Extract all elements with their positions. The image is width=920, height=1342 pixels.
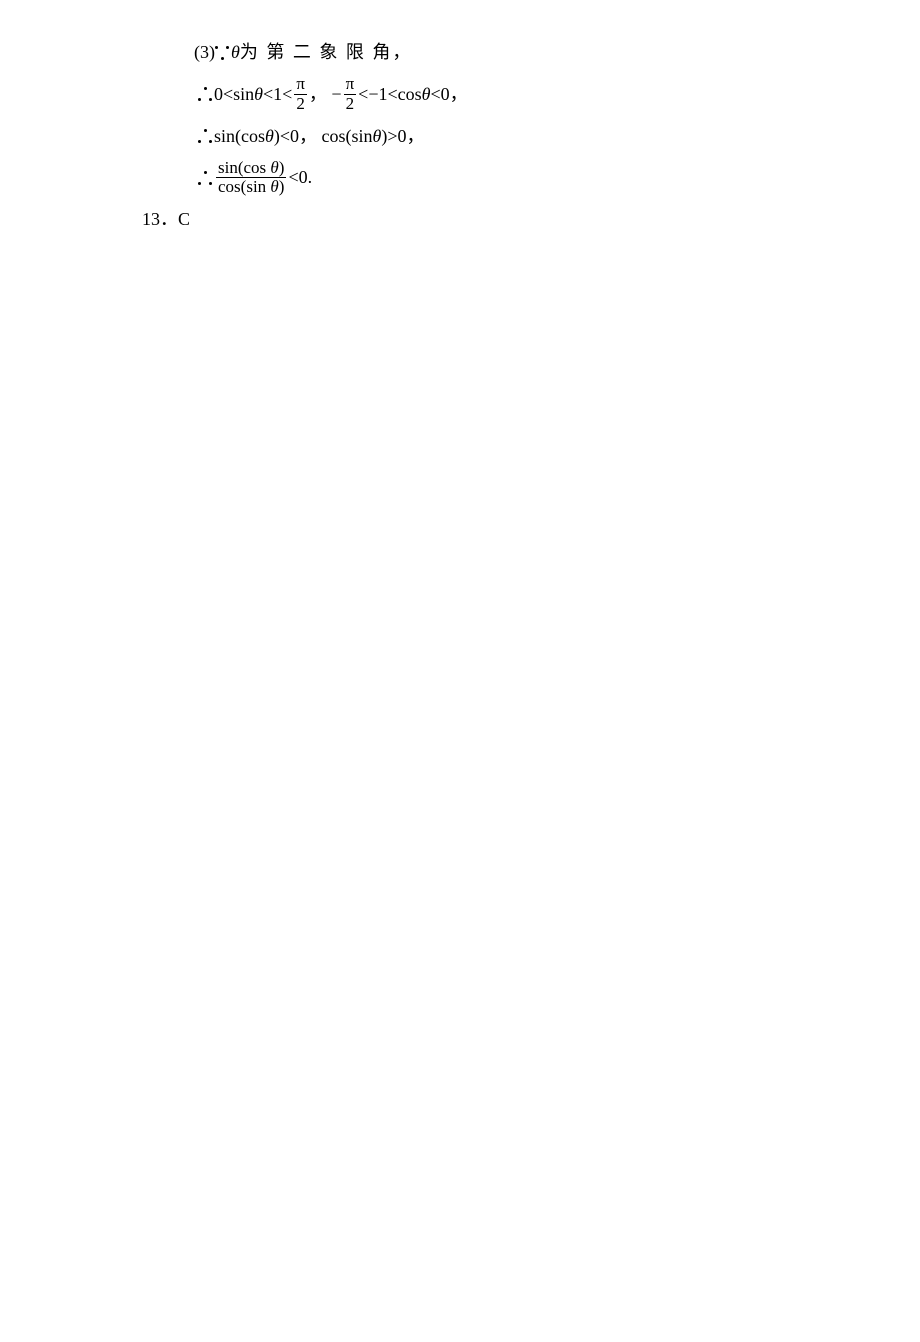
line3-p3: )>0，	[381, 124, 424, 149]
because-icon	[215, 46, 229, 60]
line2-p3: ， −	[309, 82, 342, 107]
frac-den: cos(sin θ)	[216, 177, 286, 197]
math-solution-content: (3) θ 为 第 二 象 限 角， 0<sin θ <1< π 2 ， − π…	[0, 40, 920, 232]
answer-line: 13． C	[142, 207, 920, 232]
answer-number: 13．	[142, 207, 178, 232]
frac-den: 2	[294, 94, 307, 114]
therefore-icon	[198, 87, 212, 101]
line2-p4: <−1<cos	[358, 82, 421, 107]
line4-frac: sin(cos θ) cos(sin θ)	[216, 159, 286, 197]
line2-theta1: θ	[254, 82, 263, 107]
therefore-icon	[198, 129, 212, 143]
line-3: sin(cos θ )<0， cos(sin θ )>0，	[142, 124, 920, 149]
line1-text: 为 第 二 象 限 角，	[240, 40, 413, 65]
line1-theta: θ	[231, 40, 240, 65]
line2-theta2: θ	[422, 82, 431, 107]
line-4: sin(cos θ) cos(sin θ) <0.	[142, 159, 920, 197]
line2-frac2: π 2	[344, 75, 357, 113]
line2-p2: <1<	[263, 82, 292, 107]
line3-theta1: θ	[265, 124, 274, 149]
line2-frac1: π 2	[294, 75, 307, 113]
line3-p1: sin(cos	[214, 124, 265, 149]
line-1: (3) θ 为 第 二 象 限 角，	[142, 40, 920, 65]
line2-p1: 0<sin	[214, 82, 254, 107]
therefore-icon	[198, 171, 212, 185]
frac-num: π	[294, 75, 307, 94]
line2-p5: <0，	[430, 82, 467, 107]
line-2: 0<sin θ <1< π 2 ， − π 2 <−1<cos θ <0，	[142, 75, 920, 113]
line3-theta2: θ	[372, 124, 381, 149]
answer-letter: C	[178, 207, 190, 232]
line1-prefix: (3)	[194, 40, 215, 65]
frac-den: 2	[344, 94, 357, 114]
line4-suffix: <0.	[288, 165, 312, 190]
frac-num: sin(cos θ)	[216, 159, 286, 178]
frac-num: π	[344, 75, 357, 94]
line3-p2: )<0， cos(sin	[274, 124, 373, 149]
